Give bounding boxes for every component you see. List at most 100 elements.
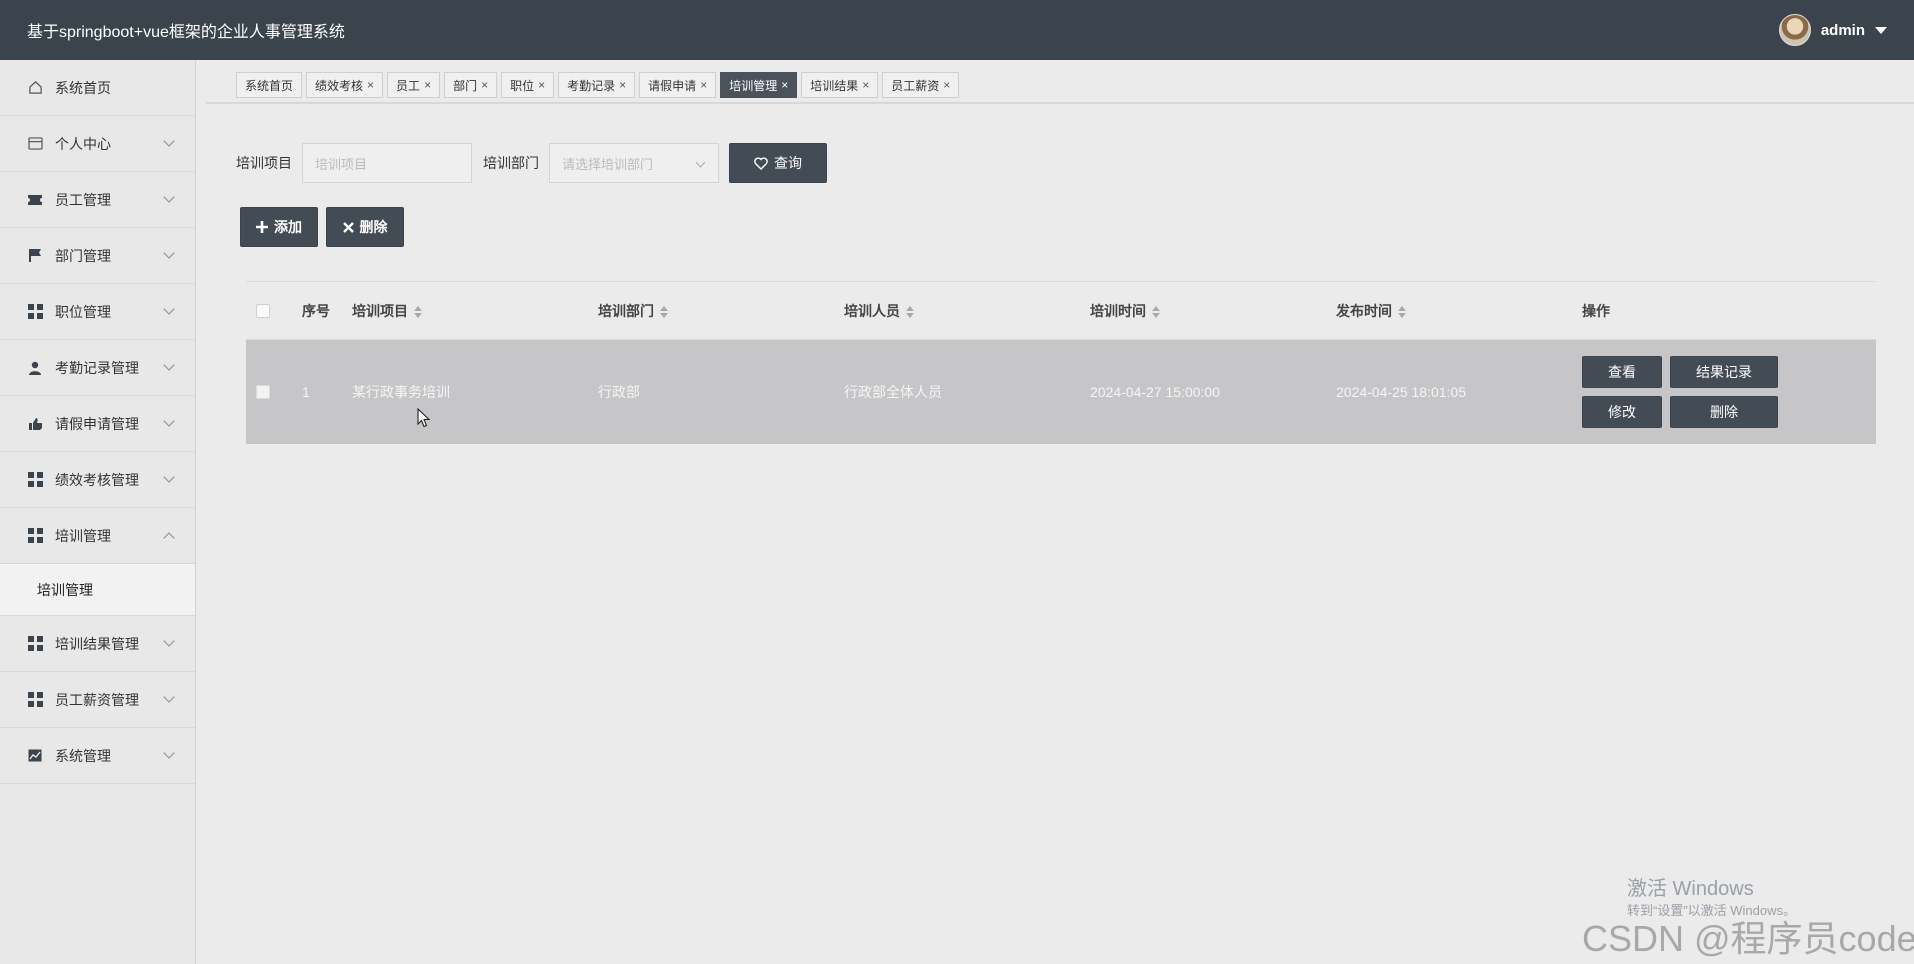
view-button[interactable]: 查看 bbox=[1582, 356, 1662, 388]
sort-icon[interactable] bbox=[1398, 305, 1406, 318]
sidebar-item-departments[interactable]: 部门管理 bbox=[0, 228, 195, 284]
query-button[interactable]: 查询 bbox=[729, 143, 827, 183]
col-train-time[interactable]: 培训时间 bbox=[1090, 301, 1336, 321]
id-card-icon bbox=[27, 136, 43, 152]
sidebar-item-label: 个人中心 bbox=[55, 135, 111, 152]
table-header: 序号 培训项目 培训部门 培训人员 培训时间 发布时间 操作 bbox=[246, 281, 1876, 340]
tab-training[interactable]: 培训管理 × bbox=[720, 72, 798, 98]
plus-icon bbox=[256, 221, 268, 233]
chevron-down-icon[interactable] bbox=[695, 157, 706, 168]
tab-leave[interactable]: 请假申请 × bbox=[639, 72, 717, 98]
close-icon[interactable]: × bbox=[367, 78, 374, 92]
chevron-down-icon bbox=[163, 691, 175, 703]
chart-icon bbox=[27, 748, 43, 764]
chevron-down-icon bbox=[163, 247, 175, 259]
close-icon[interactable]: × bbox=[781, 78, 788, 92]
tab-training-results[interactable]: 培训结果 × bbox=[801, 72, 879, 98]
sidebar-item-label: 培训结果管理 bbox=[55, 635, 139, 652]
flag-icon bbox=[27, 248, 43, 264]
sidebar-item-leave[interactable]: 请假申请管理 bbox=[0, 396, 195, 452]
close-icon[interactable]: × bbox=[619, 78, 626, 92]
sidebar-item-attendance[interactable]: 考勤记录管理 bbox=[0, 340, 195, 396]
tab-employees[interactable]: 员工 × bbox=[387, 72, 441, 98]
search-bar: 培训项目 培训项目 培训部门 请选择培训部门 查询 bbox=[236, 143, 827, 183]
user-menu[interactable]: admin bbox=[1778, 14, 1887, 46]
result-record-button[interactable]: 结果记录 bbox=[1670, 356, 1778, 388]
grid-icon bbox=[27, 692, 43, 708]
close-icon[interactable]: × bbox=[943, 78, 950, 92]
cell-staff: 行政部全体人员 bbox=[844, 384, 942, 400]
sidebar-item-performance[interactable]: 绩效考核管理 bbox=[0, 452, 195, 508]
tab-divider bbox=[206, 102, 1914, 104]
tab-bar: 系统首页 绩效考核 × 员工 × 部门 × 职位 × 考勤记录 × 请假申请 × 培训管理 ×… bbox=[236, 72, 960, 98]
grid-icon bbox=[27, 304, 43, 320]
grid-icon bbox=[27, 528, 43, 544]
row-actions: 查看 结果记录 修改 删除 bbox=[1582, 356, 1876, 428]
tab-salary[interactable]: 员工薪资 × bbox=[882, 72, 960, 98]
col-project[interactable]: 培训项目 bbox=[352, 301, 598, 321]
dept-select[interactable]: 请选择培训部门 bbox=[549, 143, 719, 183]
top-bar: 基于springboot+vue框架的企业人事管理系统 admin bbox=[0, 0, 1914, 60]
chevron-up-icon bbox=[163, 532, 175, 544]
add-button[interactable]: 添加 bbox=[240, 207, 318, 247]
username[interactable]: admin bbox=[1821, 22, 1865, 39]
table-row[interactable]: 1 某行政事务培训 行政部 行政部全体人员 2024-04-27 15:00:0… bbox=[246, 340, 1876, 444]
project-search-input[interactable]: 培训项目 bbox=[302, 143, 472, 183]
close-icon[interactable]: × bbox=[700, 78, 707, 92]
cell-project: 某行政事务培训 bbox=[352, 384, 450, 400]
sort-icon[interactable] bbox=[1152, 305, 1160, 318]
sidebar-item-positions[interactable]: 职位管理 bbox=[0, 284, 195, 340]
bulk-delete-button[interactable]: 删除 bbox=[326, 207, 404, 247]
sidebar-item-label: 员工管理 bbox=[55, 191, 111, 208]
delete-button[interactable]: 删除 bbox=[1670, 396, 1778, 428]
col-ops: 操作 bbox=[1582, 302, 1610, 319]
chevron-down-icon bbox=[163, 303, 175, 315]
row-checkbox[interactable] bbox=[256, 385, 270, 399]
sidebar-item-system[interactable]: 系统管理 bbox=[0, 728, 195, 784]
sidebar-item-label: 绩效考核管理 bbox=[55, 471, 139, 488]
submenu-item-training-management[interactable]: 培训管理 bbox=[0, 564, 195, 616]
caret-down-icon[interactable] bbox=[1875, 26, 1887, 34]
tab-departments[interactable]: 部门 × bbox=[444, 72, 498, 98]
thumbs-up-icon bbox=[27, 416, 43, 432]
sidebar-item-training[interactable]: 培训管理 bbox=[0, 508, 195, 564]
ticket-icon bbox=[27, 192, 43, 208]
chevron-down-icon bbox=[163, 135, 175, 147]
close-icon bbox=[342, 221, 354, 233]
tab-positions[interactable]: 职位 × bbox=[501, 72, 555, 98]
sidebar-item-employees[interactable]: 员工管理 bbox=[0, 172, 195, 228]
close-icon[interactable]: × bbox=[424, 78, 431, 92]
sidebar: 系统首页 个人中心 员工管理 部门管理 职位管理 考勤记录管理 请假申请管理 绩… bbox=[0, 60, 196, 964]
tab-attendance[interactable]: 考勤记录 × bbox=[558, 72, 636, 98]
cell-train-time: 2024-04-27 15:00:00 bbox=[1090, 384, 1220, 400]
col-staff[interactable]: 培训人员 bbox=[844, 301, 1090, 321]
cell-index: 1 bbox=[302, 384, 310, 400]
sort-icon[interactable] bbox=[660, 305, 668, 318]
col-dept[interactable]: 培训部门 bbox=[598, 301, 844, 321]
sidebar-item-salary[interactable]: 员工薪资管理 bbox=[0, 672, 195, 728]
windows-activation-title: 激活 Windows bbox=[1627, 878, 1754, 900]
avatar[interactable] bbox=[1778, 14, 1811, 46]
grid-icon bbox=[27, 636, 43, 652]
cell-dept: 行政部 bbox=[598, 384, 640, 400]
sidebar-item-home[interactable]: 系统首页 bbox=[0, 60, 195, 116]
tab-performance[interactable]: 绩效考核 × bbox=[306, 72, 384, 98]
dept-select-placeholder[interactable]: 请选择培训部门 bbox=[562, 154, 653, 173]
close-icon[interactable]: × bbox=[538, 78, 545, 92]
close-icon[interactable]: × bbox=[862, 78, 869, 92]
heart-icon bbox=[754, 156, 768, 170]
chevron-down-icon bbox=[163, 635, 175, 647]
chevron-down-icon bbox=[163, 415, 175, 427]
edit-button[interactable]: 修改 bbox=[1582, 396, 1662, 428]
sort-icon[interactable] bbox=[906, 305, 914, 318]
sidebar-item-label: 员工薪资管理 bbox=[55, 691, 139, 708]
close-icon[interactable]: × bbox=[481, 78, 488, 92]
sidebar-item-training-results[interactable]: 培训结果管理 bbox=[0, 616, 195, 672]
col-publish-time[interactable]: 发布时间 bbox=[1336, 301, 1582, 321]
sidebar-item-label: 系统首页 bbox=[55, 79, 111, 96]
chevron-down-icon bbox=[163, 359, 175, 371]
sort-icon[interactable] bbox=[414, 305, 422, 318]
select-all-checkbox[interactable] bbox=[256, 303, 270, 318]
sidebar-item-personal-center[interactable]: 个人中心 bbox=[0, 116, 195, 172]
tab-home[interactable]: 系统首页 bbox=[236, 72, 303, 98]
